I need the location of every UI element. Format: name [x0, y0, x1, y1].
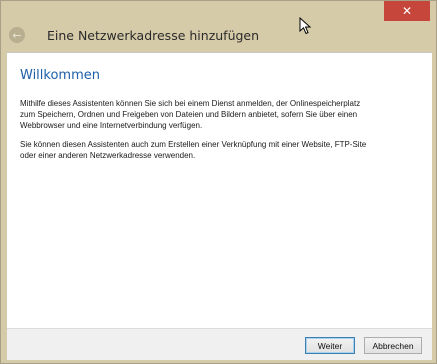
page-heading: Willkommen	[20, 68, 100, 83]
back-button[interactable]: ←	[9, 27, 25, 43]
close-button[interactable]: ✕	[384, 1, 430, 21]
title-bar: ← Eine Netzwerkadresse hinzufügen	[1, 21, 437, 51]
next-button[interactable]: Weiter	[305, 337, 355, 354]
wizard-window: ✕ ← Eine Netzwerkadresse hinzufügen Will…	[0, 0, 437, 364]
close-icon: ✕	[401, 4, 413, 18]
intro-paragraph: Mithilfe dieses Assistenten können Sie s…	[20, 99, 361, 130]
secondary-paragraph: Sie können diesen Assistenten auch zum E…	[20, 140, 367, 160]
mouse-cursor-icon	[299, 17, 312, 35]
window-title: Eine Netzwerkadresse hinzufügen	[47, 28, 260, 43]
back-arrow-icon: ←	[12, 28, 22, 42]
button-bar: Weiter Abbrechen	[7, 328, 432, 360]
content-panel: Willkommen Mithilfe dieses Assistenten k…	[7, 52, 432, 329]
cancel-button[interactable]: Abbrechen	[364, 337, 422, 354]
